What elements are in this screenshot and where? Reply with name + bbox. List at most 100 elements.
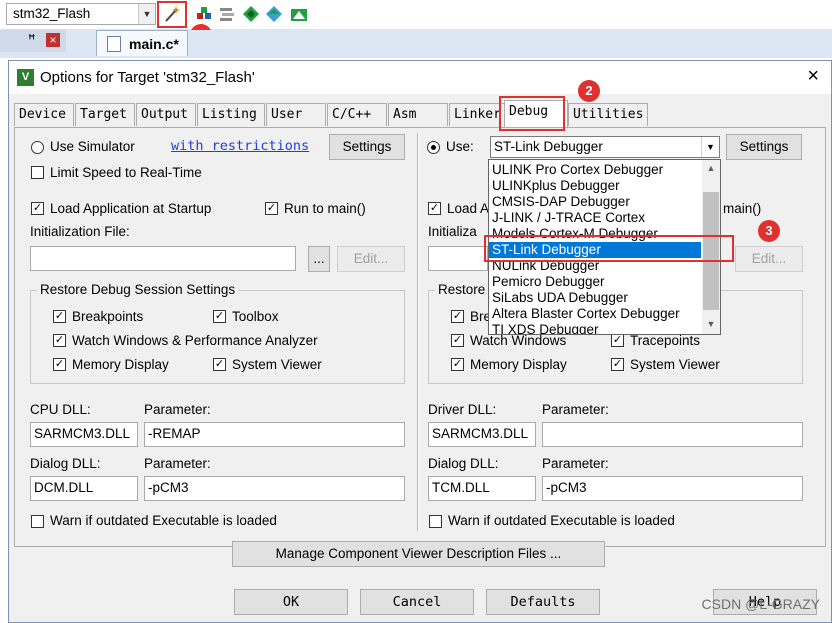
simulator-settings-button[interactable]: Settings	[329, 134, 405, 160]
tab-user[interactable]: User	[266, 103, 326, 126]
debugger-settings-button[interactable]: Settings	[726, 134, 802, 160]
chevron-down-icon[interactable]: ▼	[701, 137, 719, 157]
right-restore-settings-label: Restore	[435, 282, 489, 297]
right-dialog-dll-input[interactable]: TCM.DLL	[428, 476, 536, 501]
warn-outdated-checkbox[interactable]	[31, 515, 44, 528]
right-watch-windows-label: Watch Windows	[470, 333, 567, 348]
tab-c-cpp[interactable]: C/C++	[327, 103, 387, 126]
target-name: stm32_Flash	[13, 6, 91, 21]
file-icon	[107, 36, 121, 52]
dropdown-item[interactable]: SiLabs UDA Debugger	[489, 290, 701, 306]
tab-device[interactable]: Device	[14, 103, 74, 126]
manage-project-icon[interactable]	[195, 5, 213, 23]
tab-listing[interactable]: Listing	[197, 103, 265, 126]
dialog-dll-input[interactable]: DCM.DLL	[30, 476, 138, 501]
right-load-app-label: Load A	[447, 201, 490, 216]
load-app-label: Load Application at Startup	[50, 201, 212, 216]
right-warn-outdated-label: Warn if outdated Executable is loaded	[448, 513, 675, 528]
right-init-file-input[interactable]	[428, 246, 488, 271]
panel-divider	[417, 133, 419, 531]
select-pack-icon[interactable]	[265, 5, 283, 23]
right-memory-display-checkbox[interactable]: ✓	[451, 358, 464, 371]
right-watch-windows-checkbox[interactable]: ✓	[451, 334, 464, 347]
tab-utilities[interactable]: Utilities	[568, 103, 648, 126]
tab-output[interactable]: Output	[136, 103, 196, 126]
dropdown-item[interactable]: TI XDS Debugger	[489, 322, 701, 334]
right-run-to-main-label: main()	[723, 201, 762, 216]
right-init-file-label: Initializa	[428, 224, 477, 239]
memory-display-label: Memory Display	[72, 357, 169, 372]
dropdown-item[interactable]: ULINKplus Debugger	[489, 178, 701, 194]
right-system-viewer-checkbox[interactable]: ✓	[611, 358, 624, 371]
dropdown-item[interactable]: Altera Blaster Cortex Debugger	[489, 306, 701, 322]
file-tab-label: main.c*	[129, 36, 179, 52]
toolbox-checkbox[interactable]: ✓	[213, 310, 226, 323]
system-viewer-label: System Viewer	[232, 357, 322, 372]
debugger-select[interactable]: ST-Link Debugger ▼	[490, 136, 720, 158]
run-to-main-label: Run to main()	[284, 201, 366, 216]
right-load-app-checkbox[interactable]: ✓	[428, 202, 441, 215]
multiproject-icon[interactable]	[218, 5, 236, 23]
scroll-down-icon[interactable]: ▼	[702, 316, 720, 332]
right-init-file-edit-button: Edit...	[735, 246, 803, 272]
scroll-up-icon[interactable]: ▲	[702, 160, 720, 176]
dialog-param-input[interactable]: -pCM3	[144, 476, 405, 501]
dialog-dll-label: Dialog DLL:	[30, 456, 101, 471]
use-debugger-radio[interactable]	[427, 141, 440, 154]
watch-windows-checkbox[interactable]: ✓	[53, 334, 66, 347]
target-select[interactable]: stm32_Flash ▼	[6, 3, 156, 25]
init-file-label: Initialization File:	[30, 224, 130, 239]
tracepoints-checkbox[interactable]: ✓	[611, 334, 624, 347]
cpu-dll-input[interactable]: SARMCM3.DLL	[30, 422, 138, 447]
callout-box-1	[157, 1, 187, 28]
breakpoints-checkbox[interactable]: ✓	[53, 310, 66, 323]
watch-windows-label: Watch Windows & Performance Analyzer	[72, 333, 318, 348]
tracepoints-label: Tracepoints	[630, 333, 701, 348]
dropdown-item[interactable]: J-LINK / J-TRACE Cortex	[489, 210, 701, 226]
driver-param-input[interactable]	[542, 422, 803, 447]
right-breakpoints-checkbox[interactable]: ✓	[451, 310, 464, 323]
system-viewer-checkbox[interactable]: ✓	[213, 358, 226, 371]
limit-speed-checkbox[interactable]	[31, 166, 44, 179]
memory-display-checkbox[interactable]: ✓	[53, 358, 66, 371]
dropdown-arrow-icon[interactable]: ▼	[138, 4, 155, 24]
right-dialog-param-input[interactable]: -pCM3	[542, 476, 803, 501]
dropdown-item[interactable]: Pemicro Debugger	[489, 274, 701, 290]
defaults-button[interactable]: Defaults	[486, 589, 600, 615]
dropdown-item[interactable]: ULINK Pro Cortex Debugger	[489, 162, 701, 178]
breakpoints-label: Breakpoints	[72, 309, 144, 324]
annotation-badge-2: 2	[578, 80, 600, 102]
driver-dll-input[interactable]: SARMCM3.DLL	[428, 422, 536, 447]
tab-target[interactable]: Target	[75, 103, 135, 126]
ok-button[interactable]: OK	[234, 589, 348, 615]
run-to-main-checkbox[interactable]: ✓	[265, 202, 278, 215]
init-file-browse-button[interactable]: ...	[308, 246, 330, 272]
with-restrictions-link[interactable]: with restrictions	[171, 138, 309, 154]
right-dialog-param-label: Parameter:	[542, 456, 609, 471]
warn-outdated-label: Warn if outdated Executable is loaded	[50, 513, 277, 528]
annotation-badge-3: 3	[758, 220, 780, 242]
pin-icon[interactable]: ꟸ	[28, 32, 36, 48]
cpu-dll-label: CPU DLL:	[30, 402, 91, 417]
file-tab-main-c[interactable]: main.c*	[96, 30, 188, 56]
dropdown-item[interactable]: CMSIS-DAP Debugger	[489, 194, 701, 210]
right-memory-display-label: Memory Display	[470, 357, 567, 372]
cancel-button[interactable]: Cancel	[360, 589, 474, 615]
right-dialog-dll-label: Dialog DLL:	[428, 456, 499, 471]
manage-component-viewer-button[interactable]: Manage Component Viewer Description File…	[232, 541, 605, 567]
load-app-checkbox[interactable]: ✓	[31, 202, 44, 215]
driver-param-label: Parameter:	[542, 402, 609, 417]
close-icon[interactable]: ×	[46, 33, 60, 47]
manage-runtime-icon[interactable]	[290, 5, 308, 23]
cpu-param-input[interactable]: -REMAP	[144, 422, 405, 447]
tab-asm[interactable]: Asm	[388, 103, 448, 126]
init-file-input[interactable]	[30, 246, 296, 271]
debugger-select-value: ST-Link Debugger	[494, 139, 603, 154]
init-file-edit-button: Edit...	[337, 246, 405, 272]
pack-installer-icon[interactable]	[242, 5, 260, 23]
dialog-title: Options for Target 'stm32_Flash'	[40, 69, 255, 86]
restore-settings-label: Restore Debug Session Settings	[37, 282, 239, 297]
right-warn-outdated-checkbox[interactable]	[429, 515, 442, 528]
dialog-close-button[interactable]: ×	[807, 66, 819, 86]
use-simulator-radio[interactable]	[31, 141, 44, 154]
